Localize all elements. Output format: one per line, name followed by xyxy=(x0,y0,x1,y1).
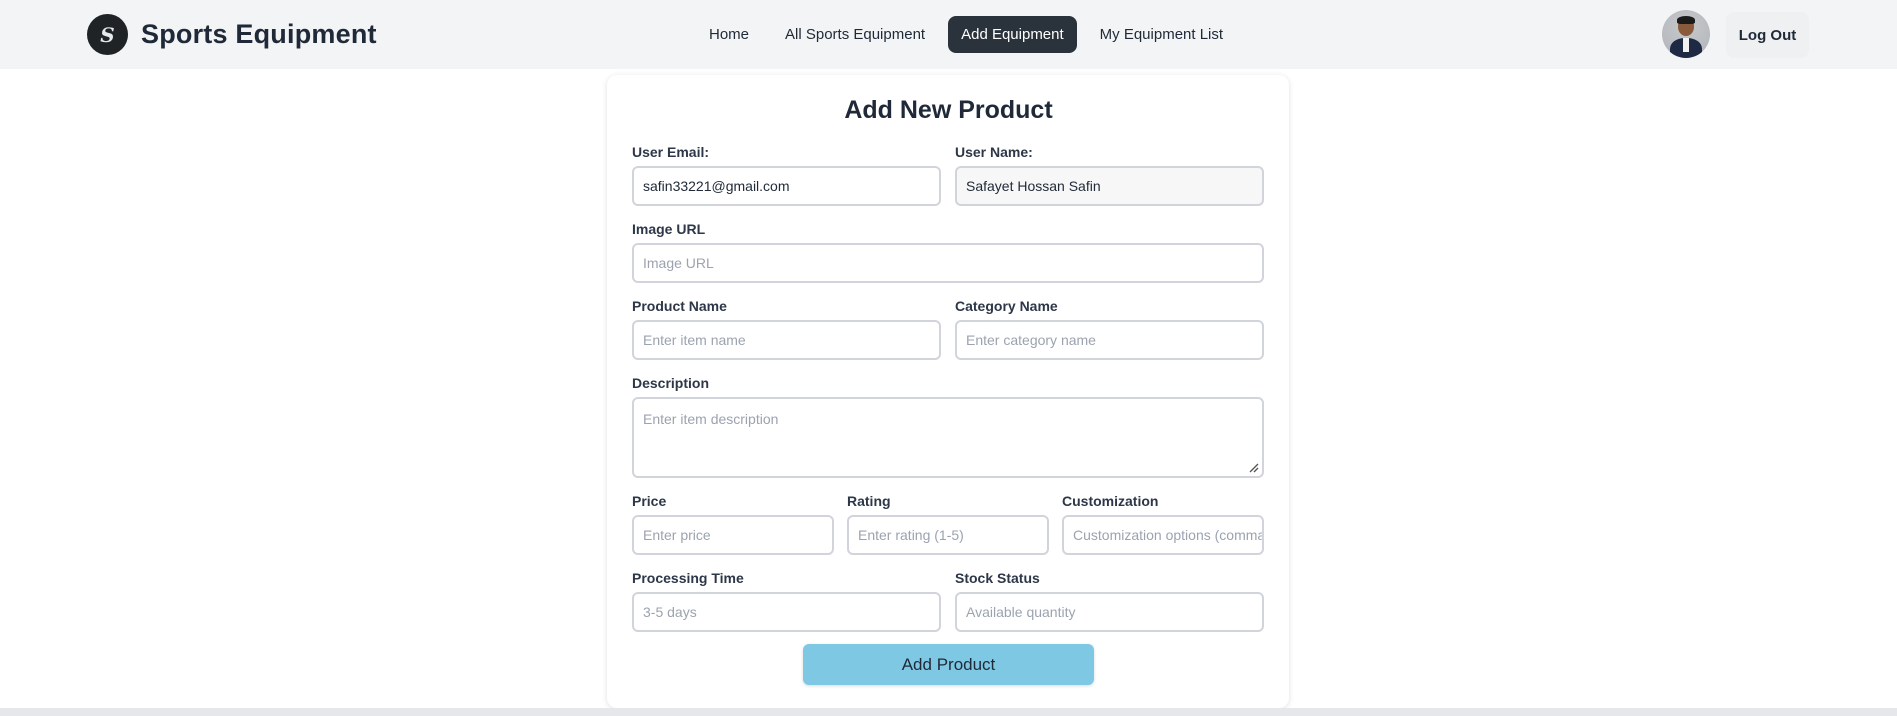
user-email-label: User Email: xyxy=(632,144,710,160)
rating-input[interactable]: Enter rating (1-5) xyxy=(847,515,1049,555)
form-title: Add New Product xyxy=(844,96,1053,124)
brand-title: Sports Equipment xyxy=(141,19,377,49)
user-name-input[interactable]: Safayet Hossan Safin xyxy=(955,166,1264,206)
avatar-hair-shape xyxy=(1677,16,1695,24)
description-placeholder: Enter item description xyxy=(643,411,779,427)
category-name-label: Category Name xyxy=(955,298,1058,314)
description-label: Description xyxy=(632,375,710,391)
avatar-shirt-shape xyxy=(1683,38,1689,52)
resize-handle-icon[interactable] xyxy=(1249,463,1259,473)
image-url-input[interactable]: Image URL xyxy=(632,243,1264,283)
user-email-input[interactable]: safin33221@gmail.com xyxy=(632,166,941,206)
nav-link-add-equipment[interactable]: Add Equipment xyxy=(948,16,1077,53)
footer-divider xyxy=(0,708,1897,716)
stock-status-input[interactable]: Available quantity xyxy=(955,592,1264,632)
product-name-label: Product Name xyxy=(632,298,727,314)
logout-button[interactable]: Log Out xyxy=(1726,12,1809,58)
nav-link-all-sports-equipment[interactable]: All Sports Equipment xyxy=(772,16,938,53)
customization-input[interactable]: Customization options (comma separated) xyxy=(1062,515,1264,555)
processing-time-label: Processing Time xyxy=(632,570,744,586)
price-input[interactable]: Enter price xyxy=(632,515,834,555)
brand[interactable]: S Sports Equipment xyxy=(87,14,377,55)
user-avatar[interactable] xyxy=(1662,10,1710,58)
image-url-label: Image URL xyxy=(632,221,706,237)
main-nav: Home All Sports Equipment Add Equipment … xyxy=(696,16,1236,53)
add-product-button[interactable]: Add Product xyxy=(803,644,1094,685)
rating-label: Rating xyxy=(847,493,891,509)
nav-link-home[interactable]: Home xyxy=(696,16,762,53)
nav-link-my-equipment-list[interactable]: My Equipment List xyxy=(1087,16,1236,53)
customization-label: Customization xyxy=(1062,493,1159,509)
description-textarea[interactable]: Enter item description xyxy=(632,397,1264,478)
product-name-input[interactable]: Enter item name xyxy=(632,320,941,360)
brand-logo-icon: S xyxy=(87,14,128,55)
stock-status-label: Stock Status xyxy=(955,570,1040,586)
processing-time-input[interactable]: 3-5 days xyxy=(632,592,941,632)
user-name-label: User Name: xyxy=(955,144,1033,160)
price-label: Price xyxy=(632,493,667,509)
navbar: S Sports Equipment Home All Sports Equip… xyxy=(0,0,1897,69)
category-name-input[interactable]: Enter category name xyxy=(955,320,1264,360)
